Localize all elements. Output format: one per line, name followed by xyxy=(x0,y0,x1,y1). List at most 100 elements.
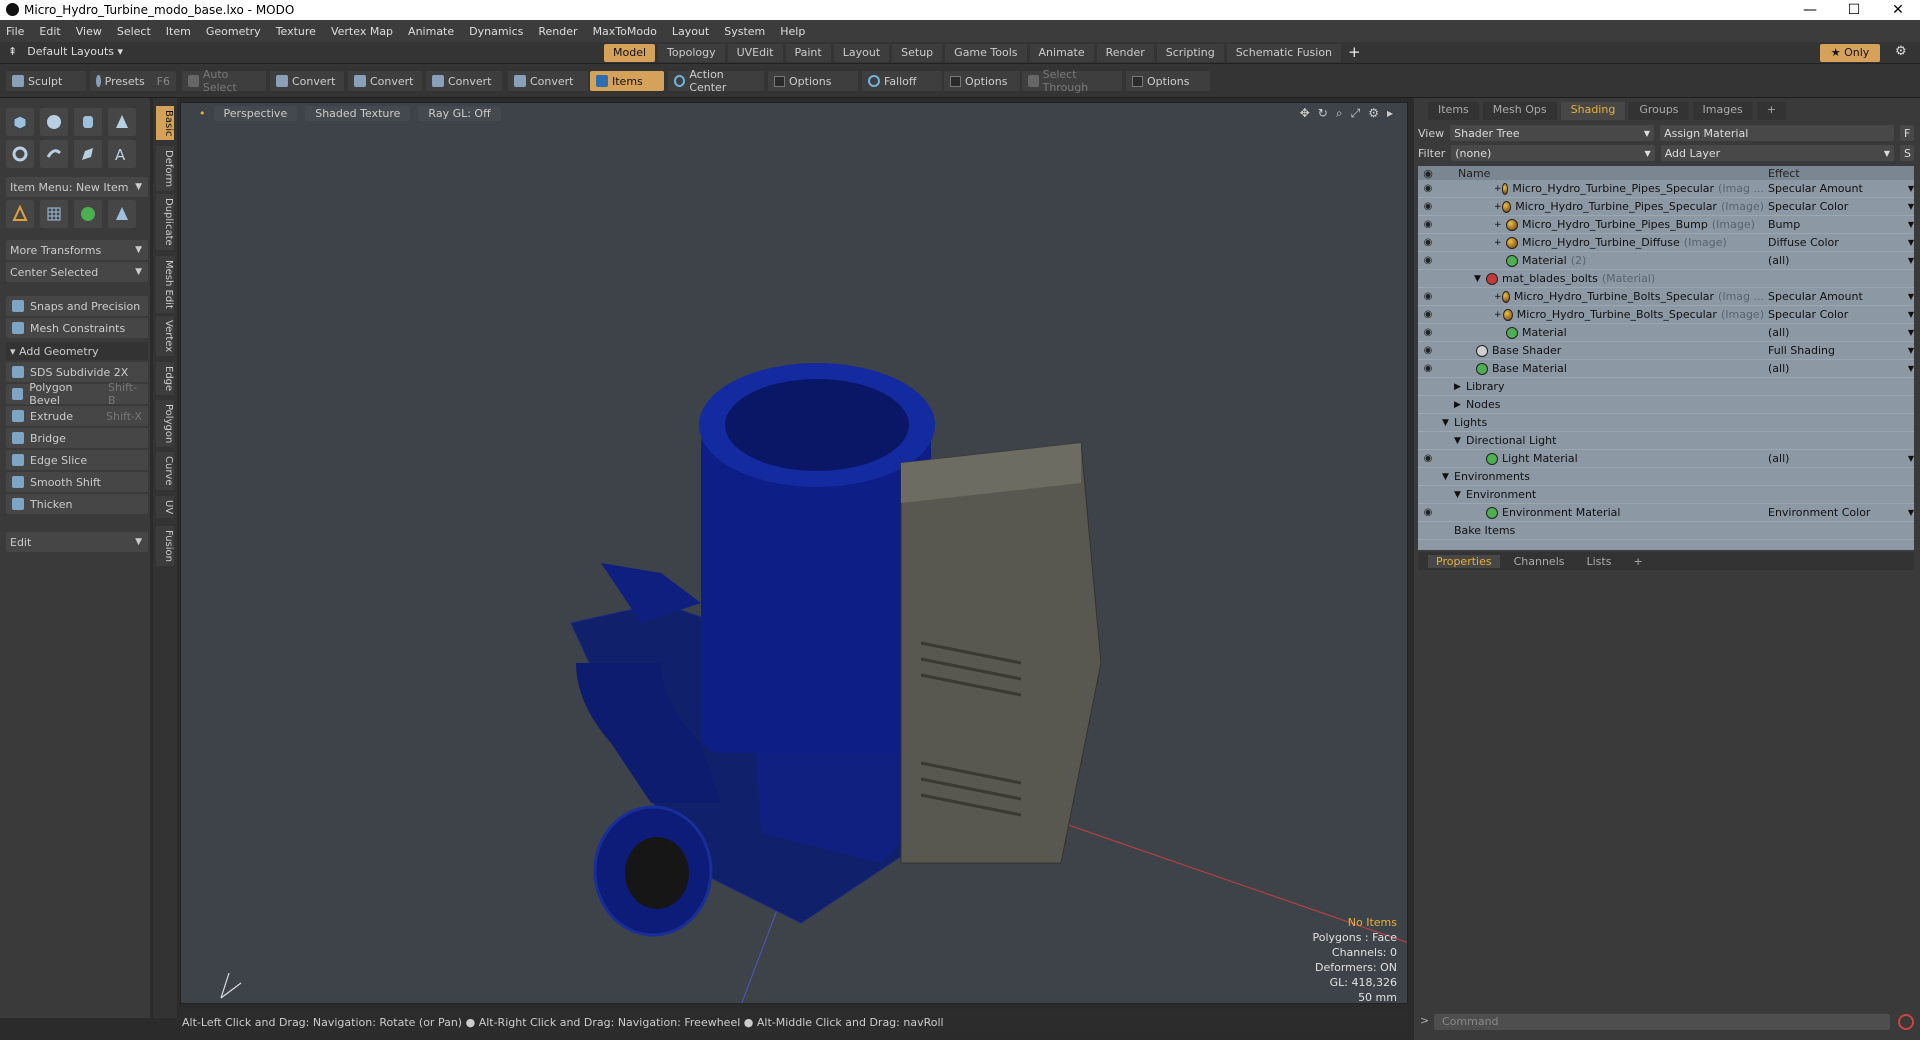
tab-scripting[interactable]: Scripting xyxy=(1156,44,1224,62)
menu-system[interactable]: System xyxy=(724,25,765,38)
shader-tree-row[interactable]: ◉ Base Material (all) ▼ xyxy=(1418,360,1914,378)
visibility-eye-icon[interactable]: ◉ xyxy=(1418,219,1438,230)
effect-dropdown[interactable]: Diffuse Color ▼ xyxy=(1764,236,1914,249)
record-macro-icon[interactable] xyxy=(1898,1014,1914,1030)
menu-maxtomodo[interactable]: MaxToModo xyxy=(593,25,657,38)
shader-tree-row[interactable]: ◉ + Micro_Hydro_Turbine_Pipes_Specular (Ima… xyxy=(1418,180,1914,198)
effect-dropdown[interactable]: (all) ▼ xyxy=(1764,326,1914,339)
options-checkbox[interactable] xyxy=(950,75,961,87)
shader-tree-row[interactable]: ◉ + Micro_Hydro_Turbine_Bolts_Specular (Ima… xyxy=(1418,306,1914,324)
s-button[interactable]: S xyxy=(1900,145,1914,161)
shader-tree-row[interactable]: ◉ + Micro_Hydro_Turbine_Pipes_Bump (Image) B… xyxy=(1418,216,1914,234)
effect-dropdown[interactable]: (all) ▼ xyxy=(1764,452,1914,465)
add-layer-dropdown[interactable]: Add Layer ▼ xyxy=(1660,145,1895,161)
transform-icon[interactable] xyxy=(6,200,34,228)
fit-view-icon[interactable]: ⤢ xyxy=(1351,106,1361,121)
menu-item[interactable]: Item xyxy=(166,25,191,38)
command-input[interactable]: Command xyxy=(1434,1014,1890,1030)
visibility-eye-icon[interactable]: ◉ xyxy=(1418,291,1438,302)
menu-vertex-map[interactable]: Vertex Map xyxy=(331,25,393,38)
vtab-mesh-edit[interactable]: Mesh Edit xyxy=(156,256,174,313)
convert-edges-button[interactable]: Convert xyxy=(348,71,422,91)
expand-toggle-icon[interactable]: ▼ xyxy=(1442,418,1454,428)
tab-layout[interactable]: Layout xyxy=(833,44,890,62)
menu-geometry[interactable]: Geometry xyxy=(206,25,261,38)
shader-tree-row[interactable]: ▼ Lights xyxy=(1418,414,1914,432)
sphere-icon[interactable] xyxy=(40,108,68,136)
visibility-eye-icon[interactable]: ◉ xyxy=(1418,183,1438,194)
shader-tree-row[interactable]: ◉ Environment Material Environment Color ▼ xyxy=(1418,504,1914,522)
select-through-button[interactable]: Select Through xyxy=(1022,68,1122,94)
shader-tree-row[interactable]: Bake Items xyxy=(1418,522,1914,540)
expand-toggle-icon[interactable]: ▼ xyxy=(1442,472,1454,482)
close-button[interactable]: ✕ xyxy=(1876,0,1920,20)
tab-render[interactable]: Render xyxy=(1096,44,1154,62)
name-column-header[interactable]: Name xyxy=(1438,167,1764,180)
visibility-eye-icon[interactable]: ◉ xyxy=(1418,363,1438,374)
ray-gl-button[interactable]: Ray GL: Off xyxy=(418,105,501,121)
tab-lists[interactable]: Lists xyxy=(1579,555,1620,568)
tab-groups[interactable]: Groups xyxy=(1629,102,1689,120)
shader-tree-row[interactable]: ▼ Directional Light xyxy=(1418,432,1914,450)
center-selected-dropdown[interactable]: Center Selected ▼ xyxy=(6,262,148,282)
select-options-button[interactable]: Options xyxy=(1126,71,1210,91)
menu-edit[interactable]: Edit xyxy=(39,25,60,38)
visibility-eye-icon[interactable]: ◉ xyxy=(1418,255,1438,266)
presets-button[interactable]: Presets F6 xyxy=(90,71,176,91)
expand-toggle-icon[interactable]: ▼ xyxy=(1474,274,1486,284)
mesh-constraints-button[interactable]: Mesh Constraints xyxy=(6,318,148,338)
tab-images[interactable]: Images xyxy=(1692,102,1753,120)
visibility-eye-icon[interactable]: ◉ xyxy=(1418,453,1438,464)
shader-tree-row[interactable]: ▼ mat_blades_bolts (Material) xyxy=(1418,270,1914,288)
only-button[interactable]: ★ Only xyxy=(1820,44,1880,62)
vtab-uv[interactable]: UV xyxy=(156,496,174,519)
effect-dropdown[interactable]: (all) ▼ xyxy=(1764,362,1914,375)
tab-items[interactable]: Items xyxy=(1428,102,1479,120)
menu-animate[interactable]: Animate xyxy=(408,25,454,38)
perspective-button[interactable]: Perspective xyxy=(213,105,298,121)
tab-schematic-fusion[interactable]: Schematic Fusion xyxy=(1226,44,1342,62)
action-center-options-button[interactable]: Options xyxy=(768,71,858,91)
vtab-polygon[interactable]: Polygon xyxy=(156,400,174,448)
effect-dropdown[interactable]: Specular Amount ▼ xyxy=(1764,290,1914,303)
text-icon[interactable]: A xyxy=(108,140,136,168)
sds-subdivide-button[interactable]: SDS Subdivide 2X xyxy=(6,362,148,382)
effect-column-header[interactable]: Effect xyxy=(1764,167,1914,180)
view-dropdown[interactable]: Shader Tree ▼ xyxy=(1450,125,1655,141)
menu-render[interactable]: Render xyxy=(538,25,577,38)
grid-icon[interactable] xyxy=(40,200,68,228)
menu-dynamics[interactable]: Dynamics xyxy=(469,25,523,38)
shader-tree-row[interactable]: ▼ Environments xyxy=(1418,468,1914,486)
globe-icon[interactable] xyxy=(74,200,102,228)
shader-tree-row[interactable]: ◉ Material (2) (all) ▼ xyxy=(1418,252,1914,270)
zoom-view-icon[interactable]: ⌕ xyxy=(1336,106,1343,121)
edit-dropdown[interactable]: Edit ▼ xyxy=(6,532,148,552)
thicken-button[interactable]: Thicken xyxy=(6,494,148,514)
tab-mesh-ops[interactable]: Mesh Ops xyxy=(1482,102,1557,120)
shaded-texture-button[interactable]: Shaded Texture xyxy=(305,105,411,121)
maximize-button[interactable]: ☐ xyxy=(1832,0,1876,20)
tab-properties[interactable]: Properties xyxy=(1428,554,1500,568)
convert-vertices-button[interactable]: Convert xyxy=(270,71,344,91)
convert-materials-button[interactable]: Convert xyxy=(508,71,588,91)
cube-icon[interactable] xyxy=(6,108,34,136)
items-mode-button[interactable]: Items xyxy=(590,71,664,91)
menu-select[interactable]: Select xyxy=(117,25,151,38)
shader-tree-row[interactable]: ◉ Light Material (all) ▼ xyxy=(1418,450,1914,468)
smooth-shift-button[interactable]: Smooth Shift xyxy=(6,472,148,492)
expand-toggle-icon[interactable]: ▶ xyxy=(1454,400,1466,410)
layout-selector[interactable]: ⇞ Default Layouts ▾ xyxy=(8,45,123,58)
shader-tree-row[interactable]: ▶ Nodes xyxy=(1418,396,1914,414)
snaps-precision-button[interactable]: Snaps and Precision xyxy=(6,296,148,316)
effect-dropdown[interactable]: (all) ▼ xyxy=(1764,254,1914,267)
vtab-vertex[interactable]: Vertex xyxy=(156,316,174,357)
viewport-expand-icon[interactable]: ▸ xyxy=(1387,106,1393,121)
effect-dropdown[interactable]: Specular Amount ▼ xyxy=(1764,182,1914,195)
auto-select-button[interactable]: Auto Select xyxy=(182,68,266,94)
tab-model[interactable]: Model xyxy=(604,44,656,62)
polygon-bevel-button[interactable]: Polygon Bevel Shift-B xyxy=(6,381,148,407)
menu-texture[interactable]: Texture xyxy=(276,25,316,38)
3d-viewport[interactable]: • Perspective Shaded Texture Ray GL: Off… xyxy=(180,102,1408,1004)
tube-icon[interactable] xyxy=(40,140,68,168)
torus-icon[interactable] xyxy=(6,140,34,168)
